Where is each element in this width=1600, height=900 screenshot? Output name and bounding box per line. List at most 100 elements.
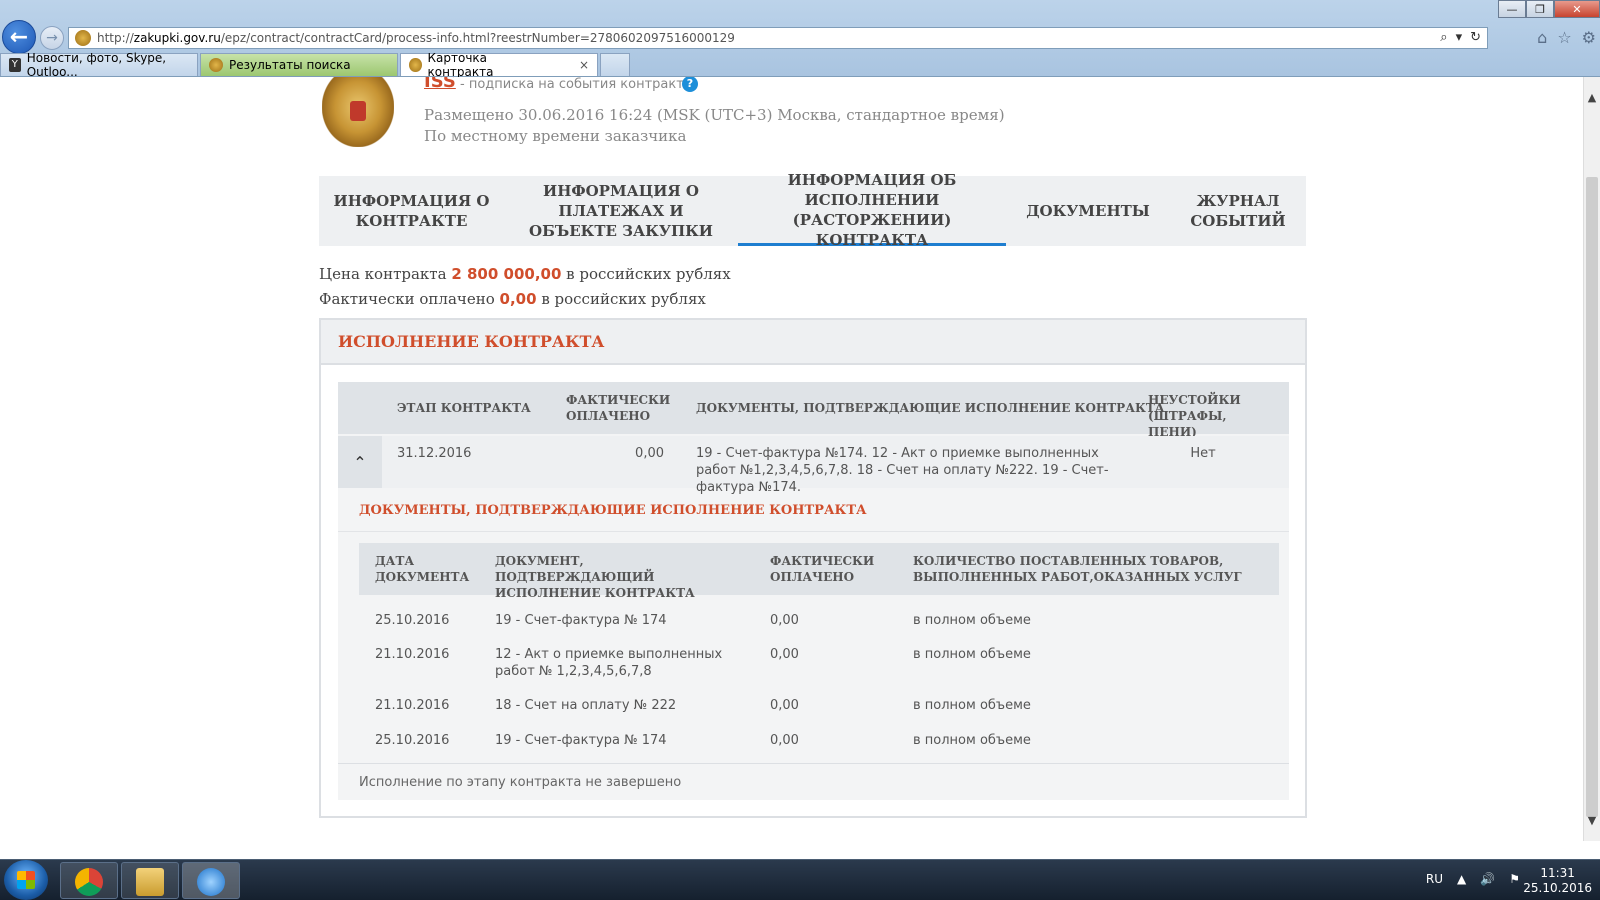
doc-date: 25.10.2016 xyxy=(375,733,450,748)
contract-link[interactable]: ISS xyxy=(424,77,456,92)
taskbar: RU ▲ 🔊 ⚑ 11:31 25.10.2016 xyxy=(0,859,1600,900)
header-doc-name: ДОКУМЕНТ, ПОДТВЕРЖДАЮЩИЙ ИСПОЛНЕНИЕ КОНТ… xyxy=(495,554,695,600)
header-paid: ФАКТИЧЕСКИ ОПЛАЧЕНО xyxy=(566,393,671,423)
address-bar[interactable]: http://zakupki.gov.ru/epz/contract/contr… xyxy=(68,27,1488,49)
arrow-left-icon: ← xyxy=(9,24,29,50)
back-button[interactable]: ← xyxy=(2,20,36,54)
home-icon[interactable]: ⌂ xyxy=(1537,28,1547,47)
close-tab-icon[interactable]: × xyxy=(579,58,589,72)
close-window-button[interactable]: ✕ xyxy=(1554,0,1600,18)
vertical-scrollbar[interactable]: ▲ ▼ xyxy=(1583,77,1600,841)
tab-contract-card[interactable]: Карточка контракта × xyxy=(400,51,598,79)
address-tools: ⌕ ▾ ↻ xyxy=(1440,30,1481,45)
doc-date: 25.10.2016 xyxy=(375,613,450,628)
tab-label: Новости, фото, Skype, Outloo... xyxy=(26,51,167,79)
taskbar-chrome[interactable] xyxy=(60,862,118,899)
doc-name: 18 - Счет на оплату № 222 xyxy=(495,698,677,713)
tab-events-journal[interactable]: ЖУРНАЛ СОБЫТИЙ xyxy=(1170,176,1306,246)
header-doc-qty: КОЛИЧЕСТВО ПОСТАВЛЕННЫХ ТОВАРОВ, ВЫПОЛНЕ… xyxy=(913,554,1242,584)
doc-qty: в полном объеме xyxy=(913,733,1031,748)
tray-expand-icon[interactable]: ▲ xyxy=(1457,872,1466,886)
gear-icon[interactable]: ⚙ xyxy=(1582,28,1596,47)
window-controls: — ❐ ✕ xyxy=(1498,0,1600,20)
forward-button[interactable]: → xyxy=(40,26,64,50)
table-row: ⌃ 31.12.2016 0,00 19 - Счет-фактура №174… xyxy=(338,436,1289,495)
tab-payments-info[interactable]: ИНФОРМАЦИЯ О ПЛАТЕЖАХ И ОБЪЕКТЕ ЗАКУПКИ xyxy=(504,176,738,246)
new-tab-button[interactable] xyxy=(600,53,630,76)
volume-icon[interactable]: 🔊 xyxy=(1480,872,1495,886)
minimize-button[interactable]: — xyxy=(1498,0,1526,18)
doc-paid: 0,00 xyxy=(770,733,799,748)
doc-qty: в полном объеме xyxy=(913,613,1031,628)
tab-contract-info[interactable]: ИНФОРМАЦИЯ О КОНТРАКТЕ xyxy=(319,176,504,246)
stage-date: 31.12.2016 xyxy=(397,446,472,461)
doc-date: 21.10.2016 xyxy=(375,698,450,713)
tab-news[interactable]: Y Новости, фото, Skype, Outloo... xyxy=(0,51,198,79)
search-icon[interactable]: ⌕ xyxy=(1440,30,1447,45)
stage-status-note: Исполнение по этапу контракта не заверше… xyxy=(338,763,1289,800)
chrome-icon xyxy=(75,868,103,896)
dropdown-icon[interactable]: ▾ xyxy=(1456,30,1463,45)
taskbar-explorer[interactable] xyxy=(121,862,179,899)
header-doc-date: ДАТА ДОКУМЕНТА xyxy=(375,554,470,584)
docs-table-header: ДАТА ДОКУМЕНТА ДОКУМЕНТ, ПОДТВЕРЖДАЮЩИЙ … xyxy=(359,543,1279,600)
start-button[interactable] xyxy=(4,860,48,900)
panel-title: ИСПОЛНЕНИЕ КОНТРАКТА xyxy=(321,320,1305,365)
browser-chrome: — ❐ ✕ ← → http://zakupki.gov.ru/epz/cont… xyxy=(0,0,1600,79)
doc-paid: 0,00 xyxy=(770,698,799,713)
site-favicon-icon xyxy=(75,30,91,46)
crest-icon xyxy=(209,58,223,72)
restore-button[interactable]: ❐ xyxy=(1526,0,1554,18)
language-indicator[interactable]: RU xyxy=(1426,872,1443,886)
tab-search-results[interactable]: Результаты поиска xyxy=(200,53,398,76)
stage-docs: 19 - Счет-фактура №174. 12 - Акт о прием… xyxy=(696,446,1109,495)
tab-label: Результаты поиска xyxy=(229,58,351,72)
execution-table: ЭТАП КОНТРАКТА ФАКТИЧЕСКИ ОПЛАЧЕНО ДОКУМ… xyxy=(338,382,1289,800)
system-tray: RU ▲ 🔊 ⚑ xyxy=(1426,872,1520,886)
chevron-up-icon: ⌃ xyxy=(353,452,367,472)
docs-subheading: ДОКУМЕНТЫ, ПОДТВЕРЖДАЮЩИЕ ИСПОЛНЕНИЕ КОН… xyxy=(338,490,1289,532)
clock[interactable]: 11:31 25.10.2016 xyxy=(1523,866,1592,896)
url-text: http://zakupki.gov.ru/epz/contract/contr… xyxy=(97,31,735,45)
clock-date: 25.10.2016 xyxy=(1523,881,1592,895)
header-docs: ДОКУМЕНТЫ, ПОДТВЕРЖДАЮЩИЕ ИСПОЛНЕНИЕ КОН… xyxy=(696,401,1165,415)
execution-panel: ИСПОЛНЕНИЕ КОНТРАКТА ЭТАП КОНТРАКТА ФАКТ… xyxy=(319,318,1307,818)
collapse-toggle[interactable]: ⌃ xyxy=(338,436,382,488)
coat-of-arms-icon xyxy=(322,77,394,147)
network-icon[interactable]: ⚑ xyxy=(1509,872,1520,886)
scroll-up-icon[interactable]: ▲ xyxy=(1584,89,1600,106)
doc-date: 21.10.2016 xyxy=(375,647,450,662)
tab-documents[interactable]: ДОКУМЕНТЫ xyxy=(1006,176,1170,246)
doc-qty: в полном объеме xyxy=(913,647,1031,662)
paid-value: 0,00 xyxy=(499,290,537,308)
doc-name: 19 - Счет-фактура № 174 xyxy=(495,733,667,748)
stage-penalties: Нет xyxy=(1190,446,1216,461)
taskbar-ie[interactable] xyxy=(182,862,240,899)
clock-time: 11:31 xyxy=(1540,866,1575,880)
doc-name: 12 - Акт о приемке выполненных работ № 1… xyxy=(495,647,723,679)
price-value: 2 800 000,00 xyxy=(451,265,562,283)
doc-qty: в полном объеме xyxy=(913,698,1031,713)
folder-icon xyxy=(136,868,164,896)
stage-paid: 0,00 xyxy=(635,446,664,461)
refresh-icon[interactable]: ↻ xyxy=(1470,30,1481,45)
windows-logo-icon xyxy=(17,871,35,889)
scroll-thumb[interactable] xyxy=(1586,177,1598,817)
scroll-down-icon[interactable]: ▼ xyxy=(1584,812,1600,829)
header-stage: ЭТАП КОНТРАКТА xyxy=(397,401,531,415)
doc-paid: 0,00 xyxy=(770,647,799,662)
browser-toolbar-icons: ⌂ ☆ ⚙ xyxy=(1537,28,1596,47)
yahoo-icon: Y xyxy=(9,58,21,72)
help-icon[interactable]: ? xyxy=(682,77,698,92)
placed-date: Размещено 30.06.2016 16:24 (MSK (UTC+3) … xyxy=(424,106,1005,124)
doc-paid: 0,00 xyxy=(770,613,799,628)
contract-price: Цена контракта 2 800 000,00 в российских… xyxy=(319,265,731,283)
header-doc-paid: ФАКТИЧЕСКИ ОПЛАЧЕНО xyxy=(770,554,875,584)
favorites-star-icon[interactable]: ☆ xyxy=(1557,28,1571,47)
internet-explorer-icon xyxy=(197,868,225,896)
tab-execution-info[interactable]: ИНФОРМАЦИЯ ОБ ИСПОЛНЕНИИ (РАСТОРЖЕНИИ) К… xyxy=(738,171,1006,249)
contract-tabs: ИНФОРМАЦИЯ О КОНТРАКТЕ ИНФОРМАЦИЯ О ПЛАТ… xyxy=(319,171,1306,249)
paid-amount: Фактически оплачено 0,00 в российских ру… xyxy=(319,290,706,308)
table-header: ЭТАП КОНТРАКТА ФАКТИЧЕСКИ ОПЛАЧЕНО ДОКУМ… xyxy=(338,382,1289,439)
subscribe-text: - подписка на события контракта xyxy=(460,77,692,92)
